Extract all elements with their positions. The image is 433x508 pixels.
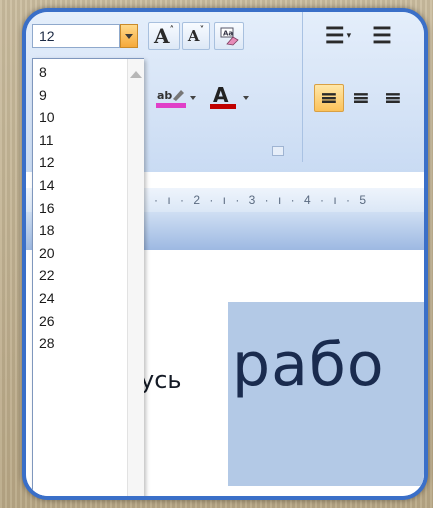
- font-size-option[interactable]: 9: [33, 84, 127, 107]
- caret-up-icon: ˄: [169, 26, 175, 36]
- highlighter-icon: ab: [156, 89, 196, 108]
- align-left-button[interactable]: ≡: [314, 84, 344, 112]
- svg-text:ab: ab: [157, 89, 172, 102]
- align-center-button[interactable]: ≡: [346, 84, 376, 112]
- font-color-button[interactable]: A: [206, 84, 254, 112]
- font-size-option[interactable]: 8: [33, 61, 127, 84]
- font-size-option[interactable]: 11: [33, 129, 127, 152]
- ruler-marks: · ı · 2 · ı · 3 · ı · 4 · ı · 5: [154, 193, 370, 207]
- grow-font-label: A: [153, 24, 170, 48]
- font-size-option[interactable]: 20: [33, 242, 127, 265]
- document-text-selected: рабо: [232, 330, 385, 400]
- font-size-list[interactable]: 8 9 10 11 12 14 16 18 20 22 24 26 28: [32, 58, 144, 496]
- svg-text:A: A: [213, 85, 229, 107]
- svg-text:Aa: Aa: [223, 30, 233, 38]
- font-size-option[interactable]: 24: [33, 287, 127, 310]
- align-center-icon: ≡: [351, 85, 371, 111]
- chevron-down-icon: [125, 33, 133, 39]
- font-size-option[interactable]: 16: [33, 197, 127, 220]
- screenshot-frame: 12 A ˄ A ˅ Aa ab A ☰ ▾ ☰ ≡ ≡ ≡ · ı · 2 ·…: [22, 8, 428, 500]
- font-size-option[interactable]: 26: [33, 310, 127, 333]
- font-size-option[interactable]: 14: [33, 174, 127, 197]
- font-size-dropdown-button[interactable]: [120, 24, 138, 48]
- grow-font-button[interactable]: A ˄: [148, 22, 180, 50]
- font-size-option[interactable]: 12: [33, 151, 127, 174]
- font-size-option[interactable]: 22: [33, 264, 127, 287]
- text-highlight-button[interactable]: ab: [152, 84, 198, 112]
- dialog-launcher-icon[interactable]: [272, 146, 284, 156]
- scroll-up-icon[interactable]: [130, 71, 142, 78]
- document-text-normal: усь: [140, 366, 182, 394]
- chevron-down-icon: ▾: [346, 31, 352, 41]
- align-right-button[interactable]: ≡: [378, 84, 408, 112]
- numbering-button[interactable]: ☰: [362, 22, 402, 50]
- numbering-icon: ☰: [372, 23, 392, 49]
- font-size-option[interactable]: 18: [33, 219, 127, 242]
- font-size-input[interactable]: 12: [32, 24, 120, 48]
- caret-down-icon: ˅: [199, 26, 205, 36]
- shrink-font-label: A: [187, 27, 200, 45]
- bullets-icon: ☰: [324, 23, 345, 49]
- align-right-icon: ≡: [383, 85, 403, 111]
- eraser-icon: Aa: [220, 27, 239, 46]
- font-size-options: 8 9 10 11 12 14 16 18 20 22 24 26 28: [33, 61, 127, 355]
- dropdown-scrollbar[interactable]: [127, 59, 144, 496]
- font-size-option[interactable]: 28: [33, 332, 127, 355]
- align-left-icon: ≡: [319, 85, 339, 111]
- group-divider: [302, 12, 303, 162]
- font-size-option[interactable]: 10: [33, 106, 127, 129]
- shrink-font-button[interactable]: A ˅: [182, 22, 210, 50]
- clear-formatting-button[interactable]: Aa: [214, 22, 244, 50]
- bullets-button[interactable]: ☰ ▾: [318, 22, 358, 50]
- font-color-icon: A: [210, 85, 249, 109]
